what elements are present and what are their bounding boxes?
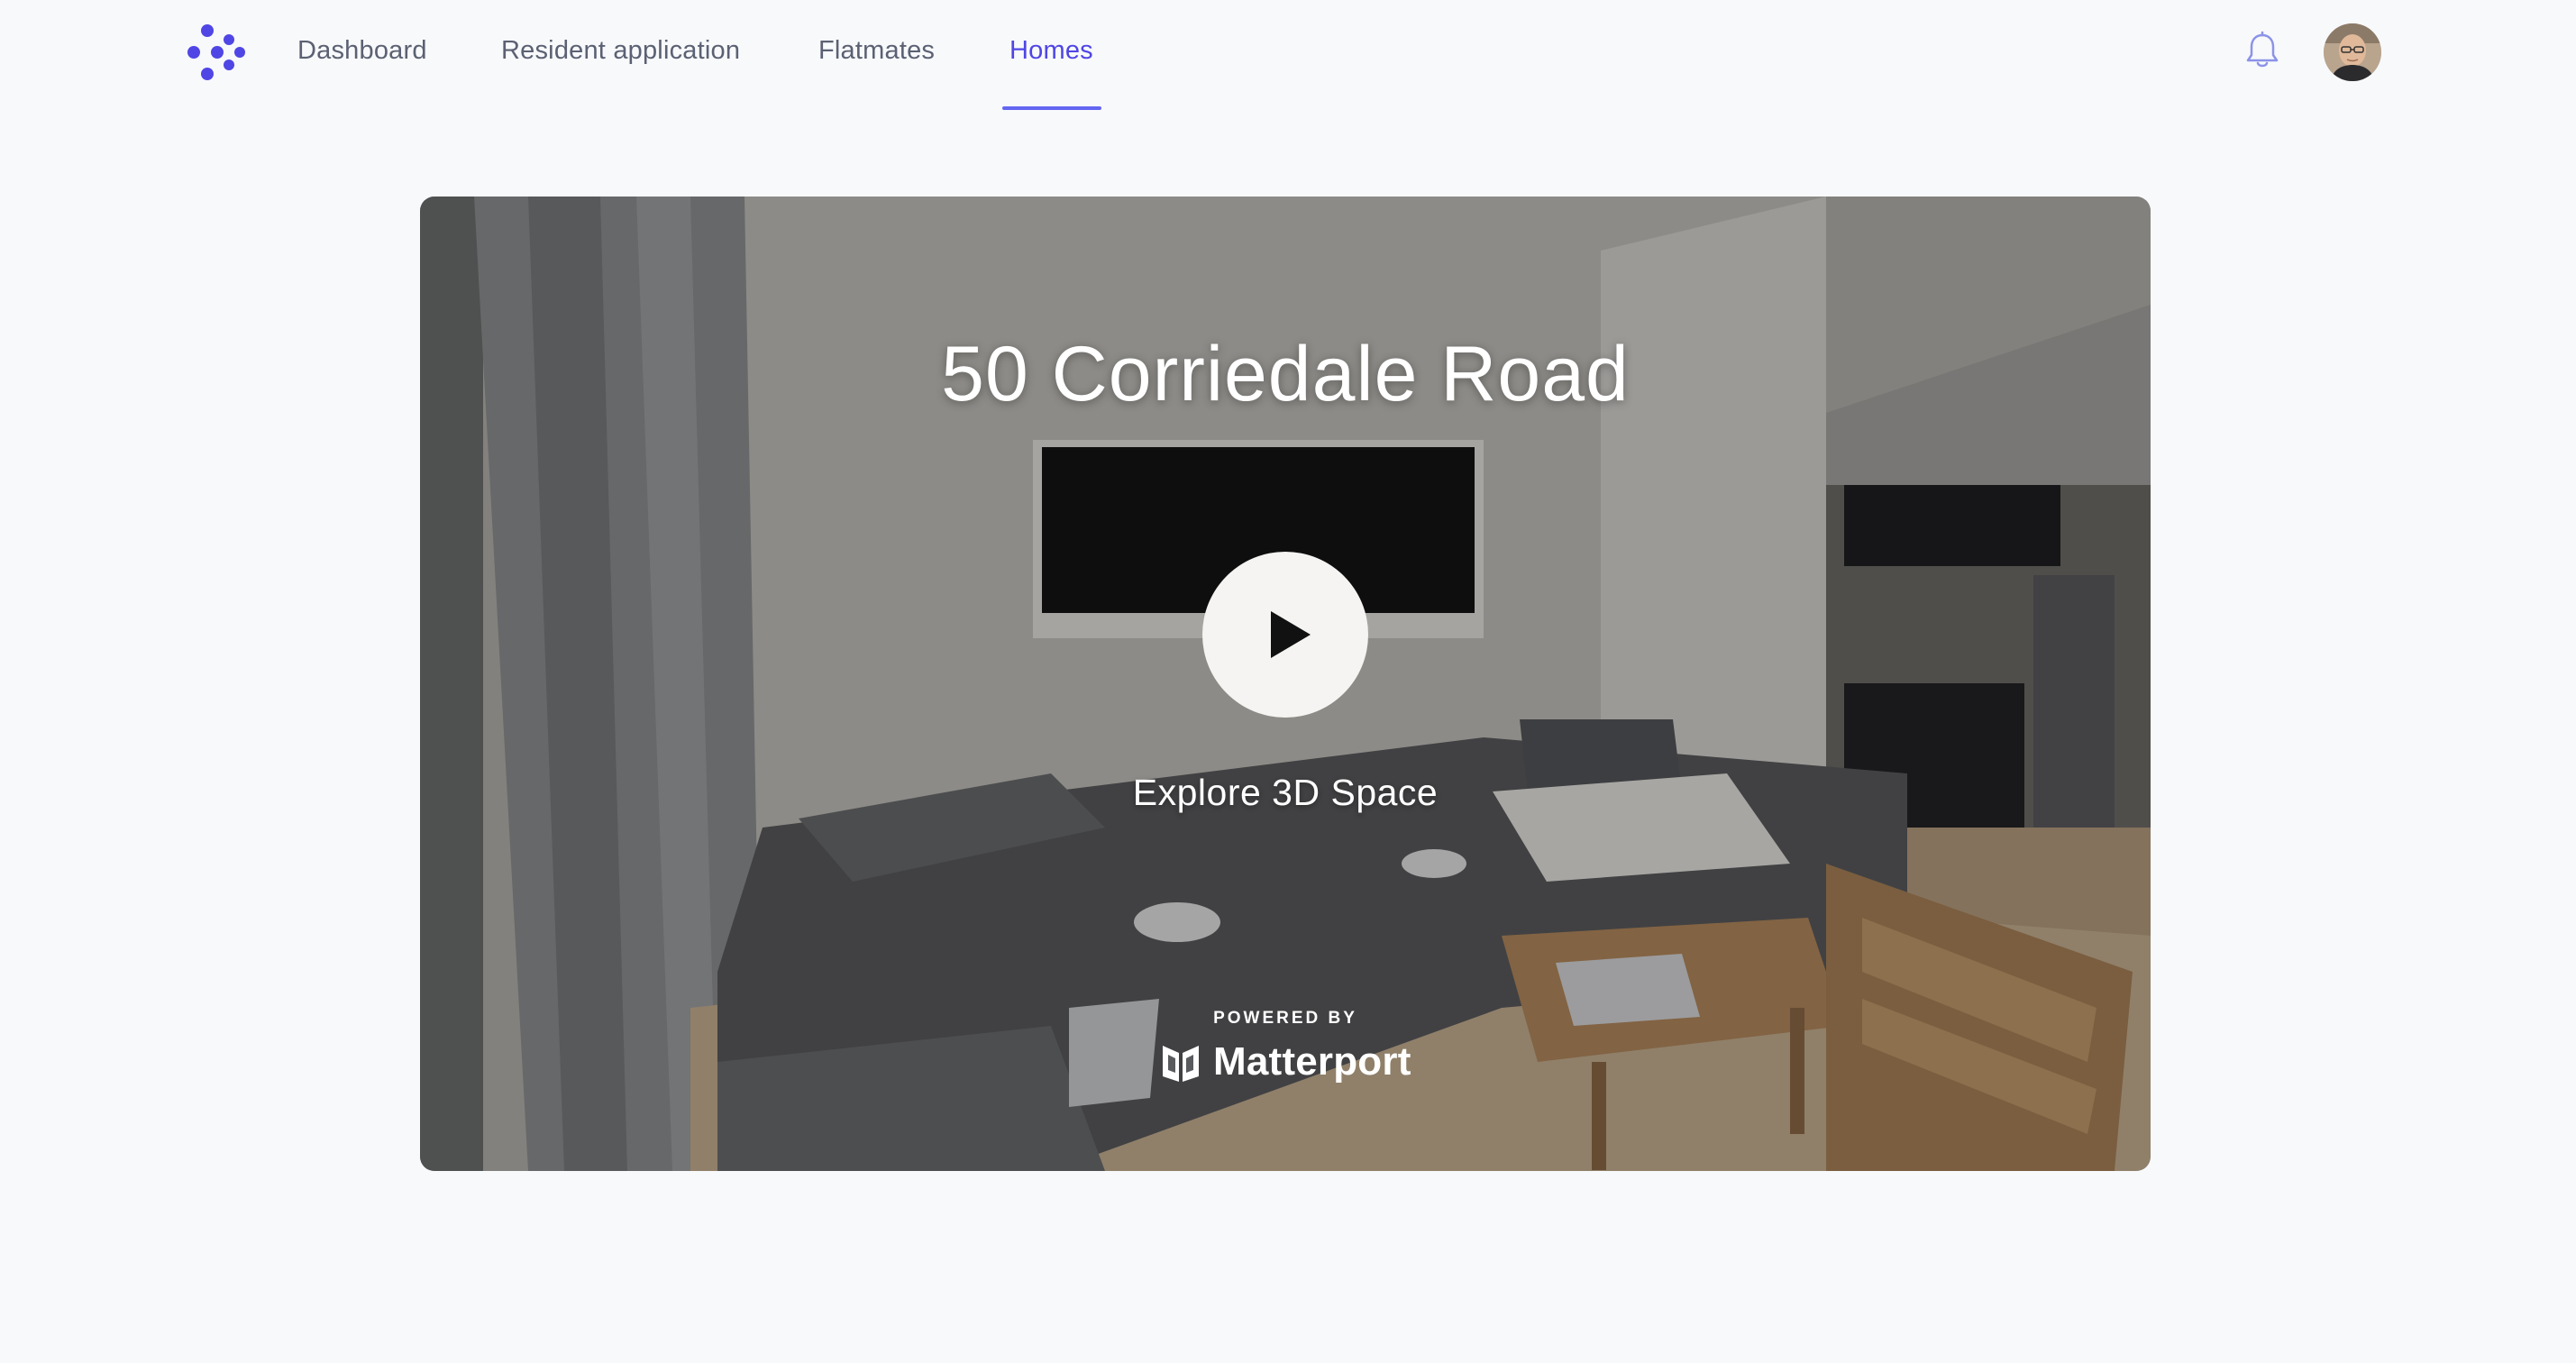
nav-homes[interactable]: Homes bbox=[1009, 36, 1093, 66]
play-button[interactable] bbox=[1202, 552, 1368, 718]
matterport-logo-icon bbox=[1163, 1046, 1199, 1082]
nav-dashboard[interactable]: Dashboard bbox=[297, 36, 427, 66]
property-title: 50 Corriedale Road bbox=[941, 331, 1630, 417]
active-tab-indicator bbox=[1002, 106, 1101, 110]
app-logo-icon[interactable] bbox=[186, 23, 247, 81]
top-navigation: Dashboard Resident application Flatmates… bbox=[0, 0, 2576, 110]
nav-flatmates[interactable]: Flatmates bbox=[818, 36, 935, 66]
explore-3d-label[interactable]: Explore 3D Space bbox=[420, 772, 2151, 814]
nav-resident-application[interactable]: Resident application bbox=[501, 36, 740, 66]
matterport-brand: Matterport bbox=[1159, 1038, 1411, 1085]
matterport-viewer[interactable]: 50 Corriedale Road Explore 3D Space POWE… bbox=[420, 197, 2151, 1171]
matterport-wordmark: Matterport bbox=[1213, 1039, 1411, 1084]
bell-icon[interactable] bbox=[2244, 31, 2280, 70]
powered-by-label: POWERED BY bbox=[1213, 1009, 1357, 1028]
play-icon bbox=[1271, 611, 1311, 658]
user-avatar[interactable] bbox=[2324, 23, 2381, 81]
